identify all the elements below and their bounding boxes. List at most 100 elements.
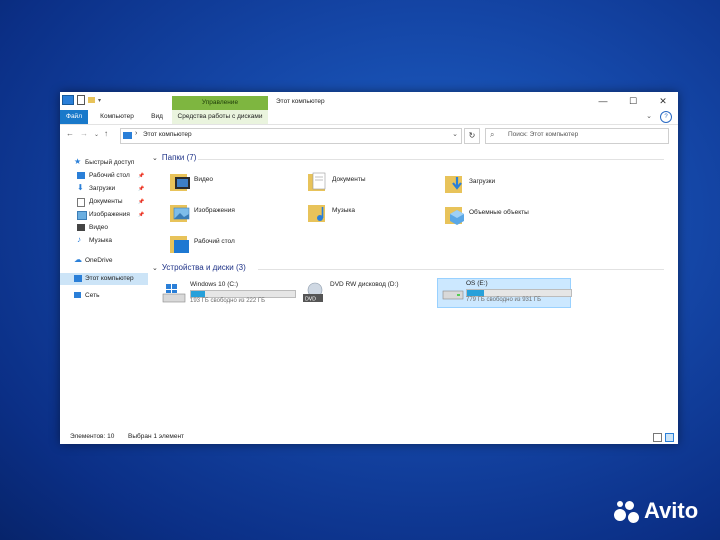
pin-icon: 📌 bbox=[138, 212, 145, 218]
drive-label: DVD RW дисковод (D:) bbox=[330, 281, 399, 288]
drive-free-space: 193 ГБ свободно из 222 ГБ bbox=[190, 298, 266, 304]
svg-text:DVD: DVD bbox=[305, 297, 316, 303]
nav-item-videos[interactable]: Видео bbox=[60, 222, 148, 234]
expand-ribbon-icon[interactable]: ⌄ bbox=[646, 112, 652, 120]
large-icons-view-icon[interactable] bbox=[665, 433, 674, 442]
drive-usage-bar bbox=[190, 290, 296, 298]
star-icon: ★ bbox=[74, 157, 82, 166]
folder-label: Музыка bbox=[332, 207, 355, 214]
drive-label: OS (E:) bbox=[466, 280, 488, 287]
drive-usage-fill bbox=[191, 291, 205, 297]
pc-icon bbox=[123, 132, 132, 139]
nav-item-downloads[interactable]: ⬇ Загрузки 📌 bbox=[60, 183, 148, 195]
file-explorer-window: ▾ Управление Этот компьютер — ☐ ✕ Файл К… bbox=[60, 92, 678, 444]
nav-label: Загрузки bbox=[89, 185, 116, 192]
nav-item-desktop[interactable]: Рабочий стол 📌 bbox=[60, 170, 148, 182]
group-divider bbox=[198, 159, 664, 160]
cloud-icon: ☁ bbox=[74, 255, 82, 264]
close-button[interactable]: ✕ bbox=[648, 92, 678, 110]
drives-group-header[interactable]: ⌄ Устройства и диски (3) bbox=[152, 263, 246, 275]
nav-network[interactable]: Сеть bbox=[60, 290, 148, 302]
hard-drive-icon bbox=[442, 290, 464, 300]
address-bar[interactable]: › Этот компьютер ⌄ bbox=[120, 128, 462, 144]
breadcrumb[interactable]: Этот компьютер bbox=[143, 131, 192, 138]
network-icon bbox=[74, 292, 81, 298]
dvd-drive-icon: DVD bbox=[303, 282, 323, 303]
desktop-folder-icon bbox=[170, 236, 189, 253]
status-bar: Элементов: 10 Выбран 1 элемент bbox=[60, 430, 678, 444]
folder-label: Объемные объекты bbox=[469, 209, 529, 216]
nav-item-pictures[interactable]: Изображения 📌 bbox=[60, 209, 148, 221]
ribbon-tabs: Файл Компьютер Вид Средства работы с дис… bbox=[60, 110, 678, 125]
quick-access-toolbar: ▾ bbox=[62, 95, 101, 105]
desktop: { "window": { "title": "Этот компьютер",… bbox=[0, 0, 720, 540]
video-folder-icon bbox=[170, 174, 190, 191]
search-placeholder: Поиск: Этот компьютер bbox=[508, 131, 579, 138]
drive-c[interactable]: Windows 10 (C:) 193 ГБ свободно из 222 Г… bbox=[162, 280, 302, 308]
up-arrow-icon[interactable]: ↑ bbox=[104, 129, 108, 138]
tab-computer[interactable]: Компьютер bbox=[93, 110, 141, 124]
recent-locations-icon[interactable]: ⌄ bbox=[94, 131, 99, 138]
music-folder-icon bbox=[308, 205, 325, 222]
folder-label: Загрузки bbox=[469, 178, 496, 185]
tab-disk-tools[interactable]: Средства работы с дисками bbox=[172, 110, 268, 124]
minimize-button[interactable]: — bbox=[588, 92, 618, 110]
desktop-icon bbox=[77, 172, 85, 179]
nav-label: Рабочий стол bbox=[89, 172, 130, 179]
pictures-icon bbox=[77, 211, 87, 220]
document-icon bbox=[77, 198, 85, 207]
content-pane: ⌄ Папки (7) Видео Документы Загрузки Изоб… bbox=[150, 147, 670, 427]
nav-item-music[interactable]: ♪ Музыка bbox=[60, 235, 148, 247]
nav-label: Видео bbox=[89, 224, 108, 231]
pin-icon: 📌 bbox=[138, 186, 145, 192]
breadcrumb-separator-icon[interactable]: › bbox=[135, 130, 137, 137]
drive-d[interactable]: DVD DVD RW дисковод (D:) bbox=[302, 280, 442, 308]
avito-logo-text: Avito bbox=[644, 498, 699, 523]
new-folder-icon[interactable] bbox=[88, 97, 95, 103]
drive-e[interactable]: OS (E:) 779 ГБ свободно из 931 ГБ bbox=[437, 278, 572, 308]
tab-view[interactable]: Вид bbox=[146, 110, 168, 124]
video-icon bbox=[77, 224, 85, 231]
music-icon: ♪ bbox=[77, 235, 81, 244]
pin-icon: 📌 bbox=[138, 199, 145, 205]
title-bar: ▾ Управление Этот компьютер — ☐ ✕ bbox=[60, 92, 678, 110]
refresh-button[interactable]: ↻ bbox=[464, 128, 480, 144]
nav-onedrive[interactable]: ☁ OneDrive bbox=[60, 255, 148, 267]
customize-qat-icon[interactable]: ▾ bbox=[98, 97, 101, 104]
folder-label: Рабочий стол bbox=[194, 238, 235, 245]
search-input[interactable]: ⌕ Поиск: Этот компьютер bbox=[485, 128, 669, 144]
pc-icon bbox=[74, 275, 82, 282]
nav-label: Музыка bbox=[89, 237, 112, 244]
pin-icon: 📌 bbox=[138, 173, 145, 179]
3d-objects-folder-icon bbox=[445, 207, 464, 225]
tab-file[interactable]: Файл bbox=[60, 110, 88, 124]
window-title: Этот компьютер bbox=[276, 98, 325, 105]
context-tab-manage[interactable]: Управление bbox=[172, 96, 268, 110]
navigation-pane: ★ Быстрый доступ Рабочий стол 📌 ⬇ Загруз… bbox=[60, 147, 148, 427]
nav-item-documents[interactable]: Документы 📌 bbox=[60, 196, 148, 208]
pc-icon bbox=[62, 95, 74, 105]
avito-logo-icon bbox=[614, 498, 640, 524]
nav-quick-access[interactable]: ★ Быстрый доступ bbox=[60, 157, 148, 169]
chevron-down-icon: ⌄ bbox=[152, 155, 158, 162]
drive-usage-fill bbox=[467, 290, 484, 296]
search-icon: ⌕ bbox=[490, 130, 495, 139]
properties-icon[interactable] bbox=[77, 95, 85, 105]
nav-this-pc[interactable]: Этот компьютер bbox=[60, 273, 148, 285]
folders-group-header[interactable]: ⌄ Папки (7) bbox=[152, 153, 196, 165]
group-title: Папки (7) bbox=[161, 153, 197, 162]
folder-label: Документы bbox=[332, 176, 366, 183]
download-arrow-icon: ⬇ bbox=[77, 183, 84, 192]
nav-label: Этот компьютер bbox=[85, 275, 134, 282]
details-view-icon[interactable] bbox=[653, 433, 662, 442]
group-divider bbox=[258, 269, 664, 270]
back-arrow-icon[interactable]: ← bbox=[66, 129, 74, 138]
selection-count: Выбран 1 элемент bbox=[128, 433, 185, 440]
folder-label: Видео bbox=[194, 176, 213, 183]
help-icon[interactable]: ? bbox=[660, 111, 672, 123]
address-dropdown-icon[interactable]: ⌄ bbox=[452, 130, 458, 138]
caption-buttons: — ☐ ✕ bbox=[588, 92, 678, 110]
maximize-button[interactable]: ☐ bbox=[618, 92, 648, 110]
forward-arrow-icon[interactable]: → bbox=[80, 129, 88, 138]
nav-label: Документы bbox=[89, 198, 123, 205]
